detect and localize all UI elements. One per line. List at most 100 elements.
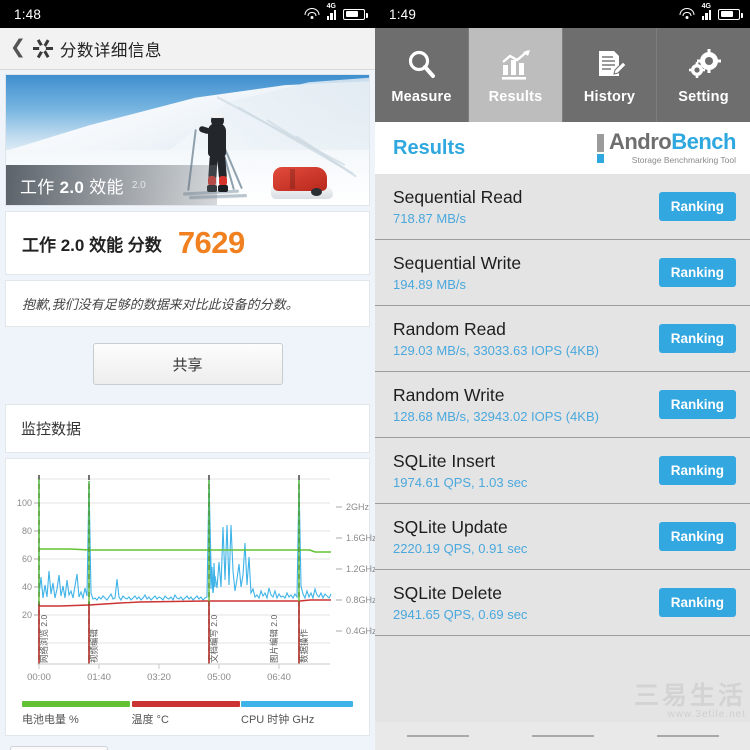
battery-icon: [343, 9, 365, 20]
svg-text:2GHz: 2GHz: [346, 502, 370, 512]
tab-label-setting: Setting: [678, 89, 729, 105]
hero-label: 工作 2.0 效能 2.0: [6, 165, 217, 205]
table-row[interactable]: Sequential Write 194.89 MB/s Ranking: [375, 240, 750, 306]
marker-label-0: 网络浏览 2.0: [39, 615, 49, 663]
pcmark-content: ❮ 分数详细信息: [0, 28, 375, 750]
hero-title-version: 2.0: [60, 178, 85, 197]
system-navbar: [375, 722, 750, 750]
androbench-tabbar: Measure Results: [375, 28, 750, 122]
ranking-button[interactable]: Ranking: [659, 258, 736, 287]
sled-figure: [271, 167, 333, 201]
tab-label-history: History: [584, 89, 635, 105]
legend-label-battery: 电池电量 %: [22, 711, 132, 727]
row-title: SQLite Update: [393, 517, 527, 538]
note-text: 抱歉,我们没有足够的数据来对比此设备的分数。: [22, 294, 353, 313]
legend-item-temperature: 温度 °C: [132, 701, 242, 727]
status-time: 1:49: [389, 7, 416, 22]
ranking-button[interactable]: Ranking: [659, 522, 736, 551]
signal-4g-icon: 4G: [327, 8, 337, 20]
share-button[interactable]: 共享: [93, 343, 283, 385]
x-tick-2: 03:20: [147, 672, 171, 683]
navbar-handle[interactable]: [407, 735, 469, 737]
legend-item-battery: 电池电量 %: [22, 701, 132, 727]
androbench-content: Measure Results: [375, 28, 750, 750]
note-card: 抱歉,我们没有足够的数据来对比此设备的分数。: [5, 280, 370, 327]
androbench-logo: AndroBench Storage Benchmarking Tool: [597, 131, 736, 165]
hero-title-tail: 效能: [89, 178, 124, 197]
x-tick-4: 06:40: [267, 672, 291, 683]
row-title: Sequential Read: [393, 187, 522, 208]
tab-history[interactable]: History: [563, 28, 657, 122]
row-value: 2941.65 QPS, 0.69 sec: [393, 607, 527, 622]
detail-chart-button[interactable]: 详细图表: [10, 746, 108, 750]
navbar-handle[interactable]: [532, 735, 594, 737]
tab-measure[interactable]: Measure: [375, 28, 469, 122]
monitor-card: 监控数据: [5, 404, 370, 453]
legend-label-cpu: CPU 时钟 GHz: [241, 711, 353, 727]
ranking-button[interactable]: Ranking: [659, 456, 736, 485]
score-value: 7629: [178, 225, 245, 261]
row-title: Random Write: [393, 385, 599, 406]
table-row[interactable]: Sequential Read 718.87 MB/s Ranking: [375, 174, 750, 240]
navbar-handle[interactable]: [657, 735, 719, 737]
svg-text:60: 60: [22, 554, 32, 564]
ranking-button[interactable]: Ranking: [659, 324, 736, 353]
marker-label-3: 图片编辑 2.0: [269, 615, 279, 663]
svg-text:1.6GHz: 1.6GHz: [346, 533, 375, 543]
x-tick-3: 05:00: [207, 672, 231, 683]
pcmark-header: ❮ 分数详细信息: [0, 28, 375, 70]
svg-text:100: 100: [17, 498, 32, 508]
share-row: 共享: [0, 327, 375, 399]
signal-4g-label: 4G: [327, 3, 336, 10]
x-tick-1: 01:40: [87, 672, 111, 683]
results-header: Results AndroBench Storage Benchmarking …: [375, 122, 750, 174]
page-title: 分数详细信息: [60, 37, 162, 61]
score-label: 工作 2.0 效能 分数: [22, 231, 162, 256]
x-tick-0: 00:00: [27, 672, 51, 683]
monitor-chart[interactable]: 10080 6040 20 2GHz1.6GHz 1.2GHz0.8GHz 0.…: [5, 458, 370, 736]
tab-results[interactable]: Results: [469, 28, 563, 122]
table-row[interactable]: Random Read 129.03 MB/s, 33033.63 IOPS (…: [375, 306, 750, 372]
row-value: 129.03 MB/s, 33033.63 IOPS (4KB): [393, 343, 599, 358]
legend-swatch-temperature: [132, 701, 240, 707]
status-icons: 4G: [305, 8, 366, 20]
ranking-button[interactable]: Ranking: [659, 588, 736, 617]
row-value: 1974.61 QPS, 1.03 sec: [393, 475, 527, 490]
row-value: 194.89 MB/s: [393, 277, 521, 292]
marker-label-2: 文档编写 2.0: [209, 615, 219, 663]
dual-screenshot: 1:48 4G ❮ 分数详细信息: [0, 0, 750, 750]
row-value: 718.87 MB/s: [393, 211, 522, 226]
results-list: Sequential Read 718.87 MB/s Ranking Sequ…: [375, 174, 750, 636]
signal-4g-label: 4G: [702, 3, 711, 10]
table-row[interactable]: SQLite Insert 1974.61 QPS, 1.03 sec Rank…: [375, 438, 750, 504]
table-row[interactable]: Random Write 128.68 MB/s, 32943.02 IOPS …: [375, 372, 750, 438]
monitor-title: 监控数据: [21, 418, 354, 439]
svg-text:40: 40: [22, 582, 32, 592]
tab-setting[interactable]: Setting: [657, 28, 750, 122]
document-pencil-icon: [593, 46, 627, 84]
svg-text:1.2GHz: 1.2GHz: [346, 564, 375, 574]
ranking-button[interactable]: Ranking: [659, 390, 736, 419]
battery-icon: [718, 9, 740, 20]
legend-swatch-battery: [22, 701, 130, 707]
legend-label-temperature: 温度 °C: [132, 711, 242, 727]
back-chevron-icon[interactable]: ❮: [10, 38, 26, 59]
marker-label-1: 视频编辑: [89, 628, 99, 663]
left-panel-pcmark: 1:48 4G ❮ 分数详细信息: [0, 0, 375, 750]
hero-title-main: 工作: [20, 178, 55, 197]
row-title: SQLite Insert: [393, 451, 527, 472]
legend-swatch-cpu: [241, 701, 353, 707]
ranking-button[interactable]: Ranking: [659, 192, 736, 221]
hero-badge: 2.0: [132, 180, 146, 191]
score-card: 工作 2.0 效能 分数 7629: [5, 211, 370, 275]
tab-label-results: Results: [489, 89, 543, 105]
results-title: Results: [393, 137, 465, 160]
watermark: 三易生活 www.3etile.net: [634, 684, 746, 720]
svg-text:0.8GHz: 0.8GHz: [346, 595, 375, 605]
table-row[interactable]: SQLite Update 2220.19 QPS, 0.91 sec Rank…: [375, 504, 750, 570]
row-title: Sequential Write: [393, 253, 521, 274]
watermark-line1: 三易生活: [634, 684, 746, 709]
snowflake-logo-icon: [32, 38, 54, 60]
table-row[interactable]: SQLite Delete 2941.65 QPS, 0.69 sec Rank…: [375, 570, 750, 636]
logo-bar-icon: [597, 134, 604, 163]
